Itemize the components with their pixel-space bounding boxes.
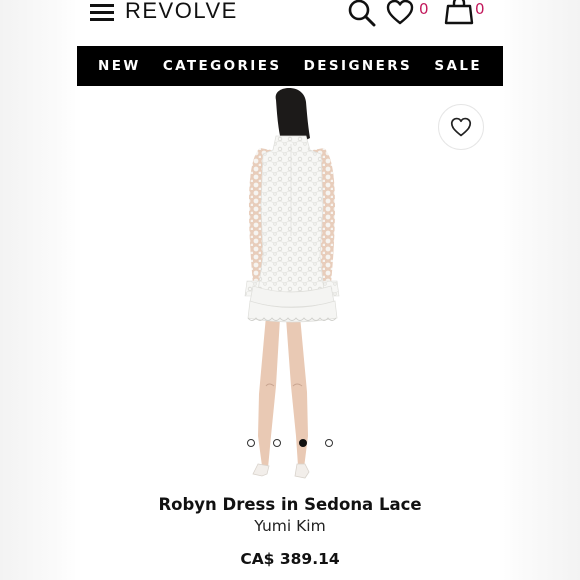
- heart-icon: [450, 117, 472, 137]
- search-icon[interactable]: [347, 0, 377, 27]
- wishlist-heart-icon[interactable]: [386, 0, 414, 25]
- product-image-carousel[interactable]: [77, 86, 503, 486]
- nav-item-categories[interactable]: CATEGORIES: [163, 58, 282, 74]
- carousel-dot-2[interactable]: [273, 439, 281, 447]
- carousel-dot-4[interactable]: [325, 439, 333, 447]
- carousel-dot-3[interactable]: [299, 439, 307, 447]
- wishlist-count: 0: [419, 0, 429, 18]
- bag-count: 0: [475, 0, 485, 18]
- revolve-logo[interactable]: REVOLVE: [125, 0, 238, 24]
- product-image: [244, 88, 340, 479]
- favorite-button[interactable]: [438, 104, 484, 150]
- product-designer[interactable]: Yumi Kim: [77, 517, 503, 535]
- carousel-dots: [247, 439, 337, 449]
- nav-item-sale[interactable]: SALE: [434, 58, 482, 74]
- main-nav: NEW CATEGORIES DESIGNERS SALE: [77, 46, 503, 86]
- nav-item-new[interactable]: NEW: [98, 58, 141, 74]
- product-page: REVOLVE 0 0 NEW CATEGORIES DESIGNERS SAL…: [77, 0, 503, 580]
- shopping-bag-icon[interactable]: [444, 0, 474, 25]
- carousel-dot-1[interactable]: [247, 439, 255, 447]
- product-name: Robyn Dress in Sedona Lace: [158, 495, 422, 514]
- hamburger-menu-icon[interactable]: [90, 4, 114, 22]
- product-price: CA$ 389.14: [240, 550, 340, 568]
- top-header: REVOLVE 0 0: [77, 0, 503, 46]
- nav-item-designers[interactable]: DESIGNERS: [304, 58, 413, 74]
